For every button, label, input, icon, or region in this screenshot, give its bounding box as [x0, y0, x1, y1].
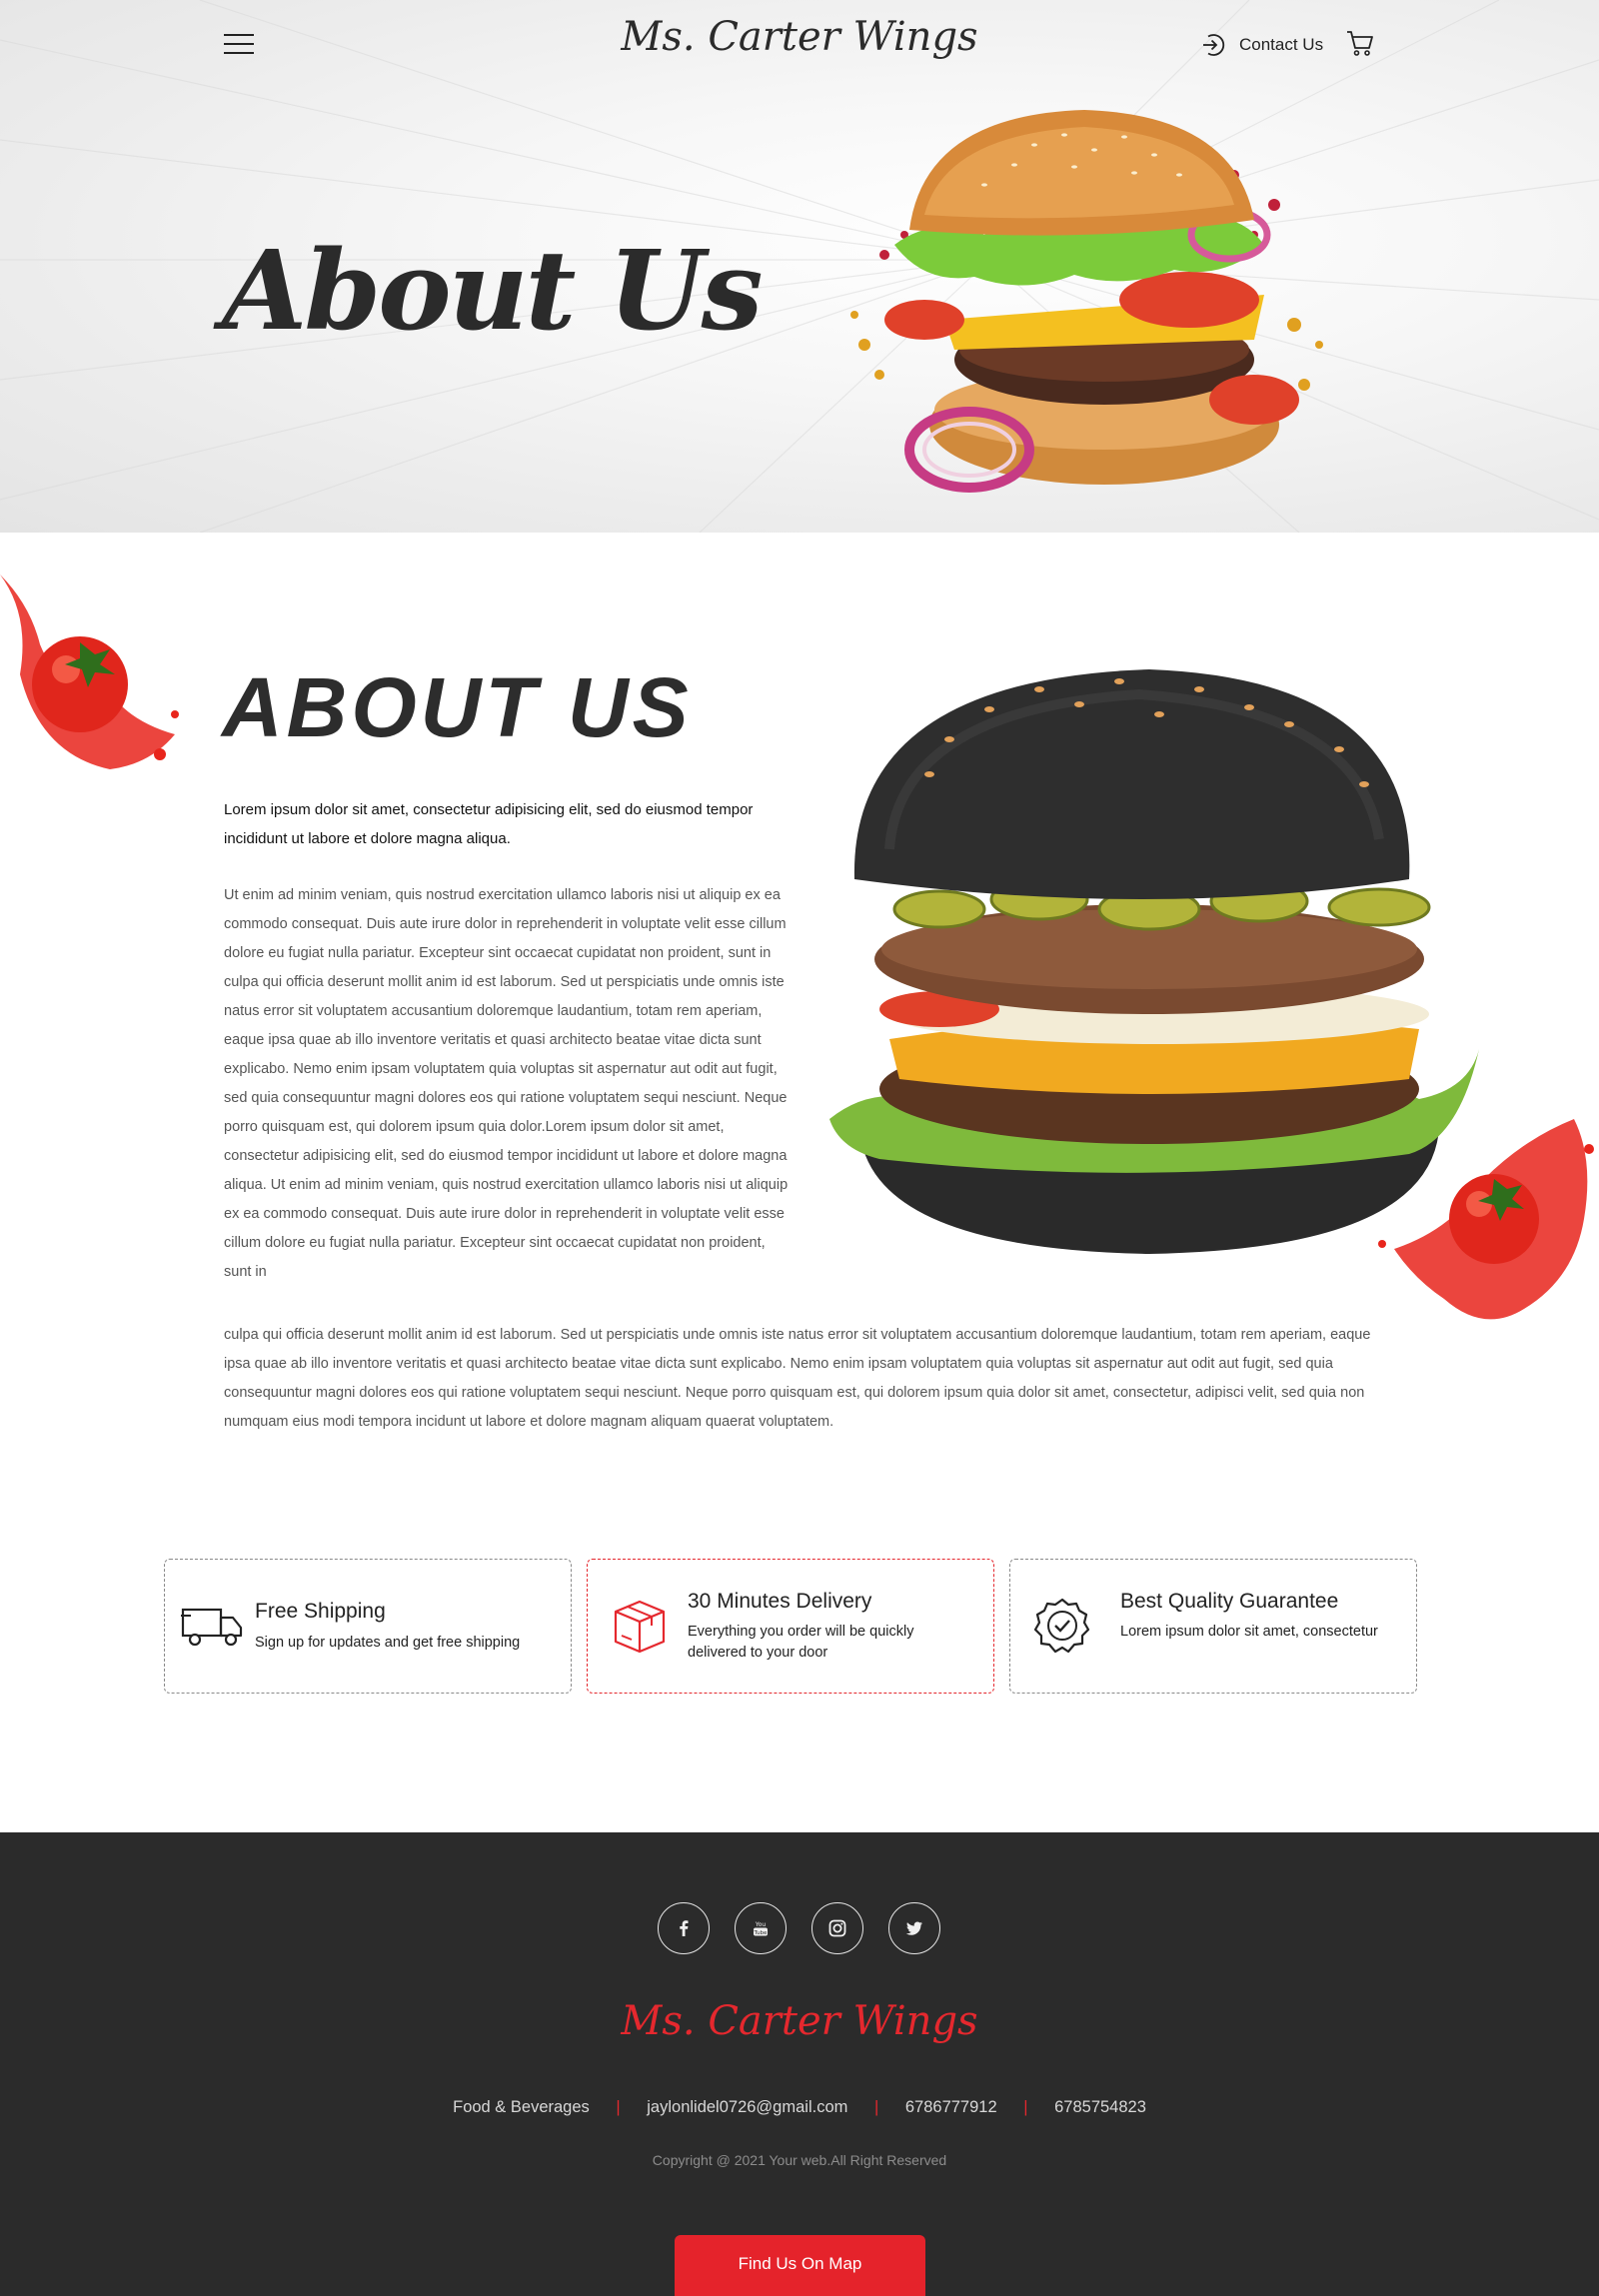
exploding-burger-image — [850, 110, 1323, 493]
footer-category: Food & Beverages — [453, 2098, 590, 2116]
feature-card-best-quality-guarantee: Best Quality Guarantee Lorem ipsum dolor… — [1009, 1559, 1417, 1694]
separator: | — [1023, 2098, 1028, 2116]
svg-text:Tube: Tube — [754, 1930, 769, 1936]
hamburger-menu-icon[interactable] — [224, 32, 254, 56]
tomato-splash-left-image — [0, 574, 179, 769]
contact-us-link[interactable]: Contact Us — [1199, 30, 1323, 60]
svg-text:You: You — [755, 1921, 767, 1928]
hero-title: About Us — [222, 226, 764, 355]
sign-in-arrow-icon — [1203, 34, 1225, 56]
footer-email-link[interactable]: jaylonlidel0726@gmail.com — [647, 2098, 847, 2116]
site-footer: You Tube Ms. Carter Wings Food & Beverag… — [0, 1832, 1599, 2296]
about-heading: ABOUT US — [222, 660, 693, 754]
footer-phone-1-link[interactable]: 6786777912 — [905, 2098, 997, 2116]
instagram-icon[interactable] — [811, 1902, 863, 1954]
feature-description: Sign up for updates and get free shippin… — [255, 1635, 521, 1651]
feature-title: Free Shipping — [255, 1600, 386, 1623]
footer-contact-info: Food & Beverages | jaylonlidel0726@gmail… — [0, 2098, 1599, 2117]
feature-card-free-shipping: Free Shipping Sign up for updates and ge… — [164, 1559, 572, 1694]
social-links: You Tube — [658, 1902, 947, 1956]
copyright-text: Copyright @ 2021 Your web.All Right Rese… — [652, 2152, 947, 2168]
feature-description: Lorem ipsum dolor sit amet, consectetur — [1120, 1624, 1378, 1640]
about-body-continued-text: culpa qui officia deserunt mollit anim i… — [224, 1327, 1371, 1430]
quality-badge-check-icon — [1033, 1598, 1090, 1654]
hero-banner: Ms. Carter Wings Contact Us About Us — [0, 0, 1599, 533]
about-body-text: Ut enim ad minim veniam, quis nostrud ex… — [224, 887, 789, 1280]
facebook-icon[interactable] — [658, 1902, 710, 1954]
twitter-icon[interactable] — [888, 1902, 940, 1954]
footer-phone-2-link[interactable]: 6785754823 — [1054, 2098, 1146, 2116]
feature-title: 30 Minutes Delivery — [688, 1590, 872, 1613]
footer-brand-logo[interactable]: Ms. Carter Wings — [600, 1998, 999, 2044]
youtube-icon[interactable]: You Tube — [735, 1902, 787, 1954]
delivery-truck-icon — [181, 1608, 243, 1647]
contact-us-label: Contact Us — [1239, 35, 1324, 54]
feature-title: Best Quality Guarantee — [1120, 1590, 1339, 1613]
package-box-icon — [614, 1600, 666, 1654]
feature-card-30-minutes-delivery: 30 Minutes Delivery Everything you order… — [587, 1559, 994, 1694]
find-us-on-map-button[interactable]: Find Us On Map — [675, 2235, 925, 2296]
separator: | — [873, 2098, 879, 2116]
separator: | — [616, 2098, 621, 2116]
feature-description: Everything you order will be quickly del… — [688, 1624, 914, 1661]
about-lead-text: Lorem ipsum dolor sit amet, consectetur … — [224, 801, 754, 847]
top-navigation: Ms. Carter Wings Contact Us — [0, 0, 1599, 90]
shopping-cart-icon[interactable] — [1345, 28, 1375, 58]
brand-logo[interactable]: Ms. Carter Wings — [600, 14, 999, 60]
tomato-splash-right-image — [1378, 1119, 1594, 1320]
